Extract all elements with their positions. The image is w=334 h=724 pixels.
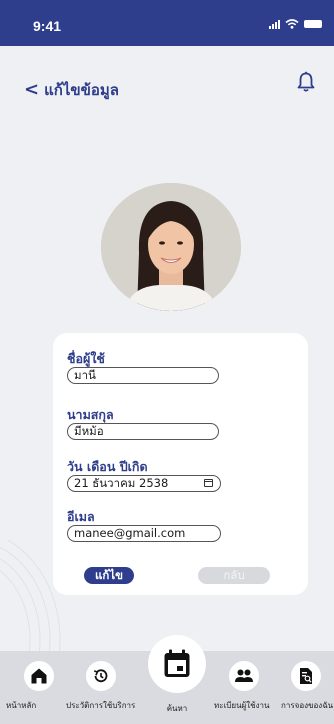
email-label: อีเมล — [67, 509, 95, 524]
birthdate-field[interactable]: 21 ธันวาคม 2538 — [67, 475, 221, 492]
avatar — [101, 183, 241, 311]
nav-item-bookings[interactable] — [291, 661, 321, 691]
birthdate-value: 21 ธันวาคม 2538 — [74, 476, 169, 490]
email-field[interactable]: manee@gmail.com — [67, 525, 221, 542]
calendar-picker-icon[interactable] — [204, 479, 213, 487]
edit-button[interactable]: แก้ไข — [84, 567, 134, 584]
birthdate-label: วัน เดือน ปีเกิด — [67, 459, 148, 474]
nav-label-home: หน้าหลัก — [6, 701, 37, 710]
nav-item-search[interactable] — [148, 635, 206, 693]
nav-item-history[interactable] — [86, 661, 116, 691]
header: < แก้ไขข้อมูล — [0, 46, 334, 126]
calendar-icon — [164, 649, 190, 677]
status-bar: 9:41 — [0, 0, 334, 46]
status-icons — [269, 19, 322, 29]
document-search-icon — [300, 668, 312, 684]
nav-label-bookings: การจองของฉัน — [281, 701, 334, 710]
lastname-field[interactable]: มีหม้อ — [67, 423, 219, 440]
battery-icon — [304, 20, 322, 28]
username-label: ชื่อผู้ใช้ — [67, 351, 105, 366]
nav-label-search: ค้นหา — [166, 704, 188, 713]
cellular-signal-icon — [269, 19, 280, 29]
nav-item-home[interactable] — [24, 661, 54, 691]
wifi-icon — [285, 19, 299, 29]
users-icon — [235, 669, 253, 682]
home-icon — [31, 668, 47, 684]
nav-label-users: ทะเบียนผู้ใช้งาน — [214, 701, 270, 710]
profile-photo — [101, 183, 241, 311]
chevron-left-icon: < — [24, 79, 40, 100]
nav-label-history: ประวัติการใช้บริการ — [66, 701, 136, 710]
status-time: 9:41 — [33, 18, 62, 34]
lastname-label: นามสกุล — [67, 407, 114, 422]
page-title: แก้ไขข้อมูล — [44, 81, 119, 99]
profile-form-card: ชื่อผู้ใช้ มานี นามสกุล มีหม้อ วัน เดือน… — [53, 333, 308, 595]
bell-icon[interactable] — [296, 71, 316, 93]
back-button[interactable]: กลับ — [198, 567, 270, 584]
history-icon — [93, 669, 108, 683]
nav-item-users[interactable] — [229, 661, 259, 691]
bottom-nav: หน้าหลัก ประวัติการใช้บริการ ค้นหา ทะเบี… — [0, 635, 334, 724]
username-field[interactable]: มานี — [67, 367, 219, 384]
phone-screen: 9:41 < แก้ไขข้อมูล ชื่อผู้ใช้ มานี นามสก… — [0, 0, 334, 724]
back-link[interactable]: < แก้ไขข้อมูล — [24, 78, 119, 102]
